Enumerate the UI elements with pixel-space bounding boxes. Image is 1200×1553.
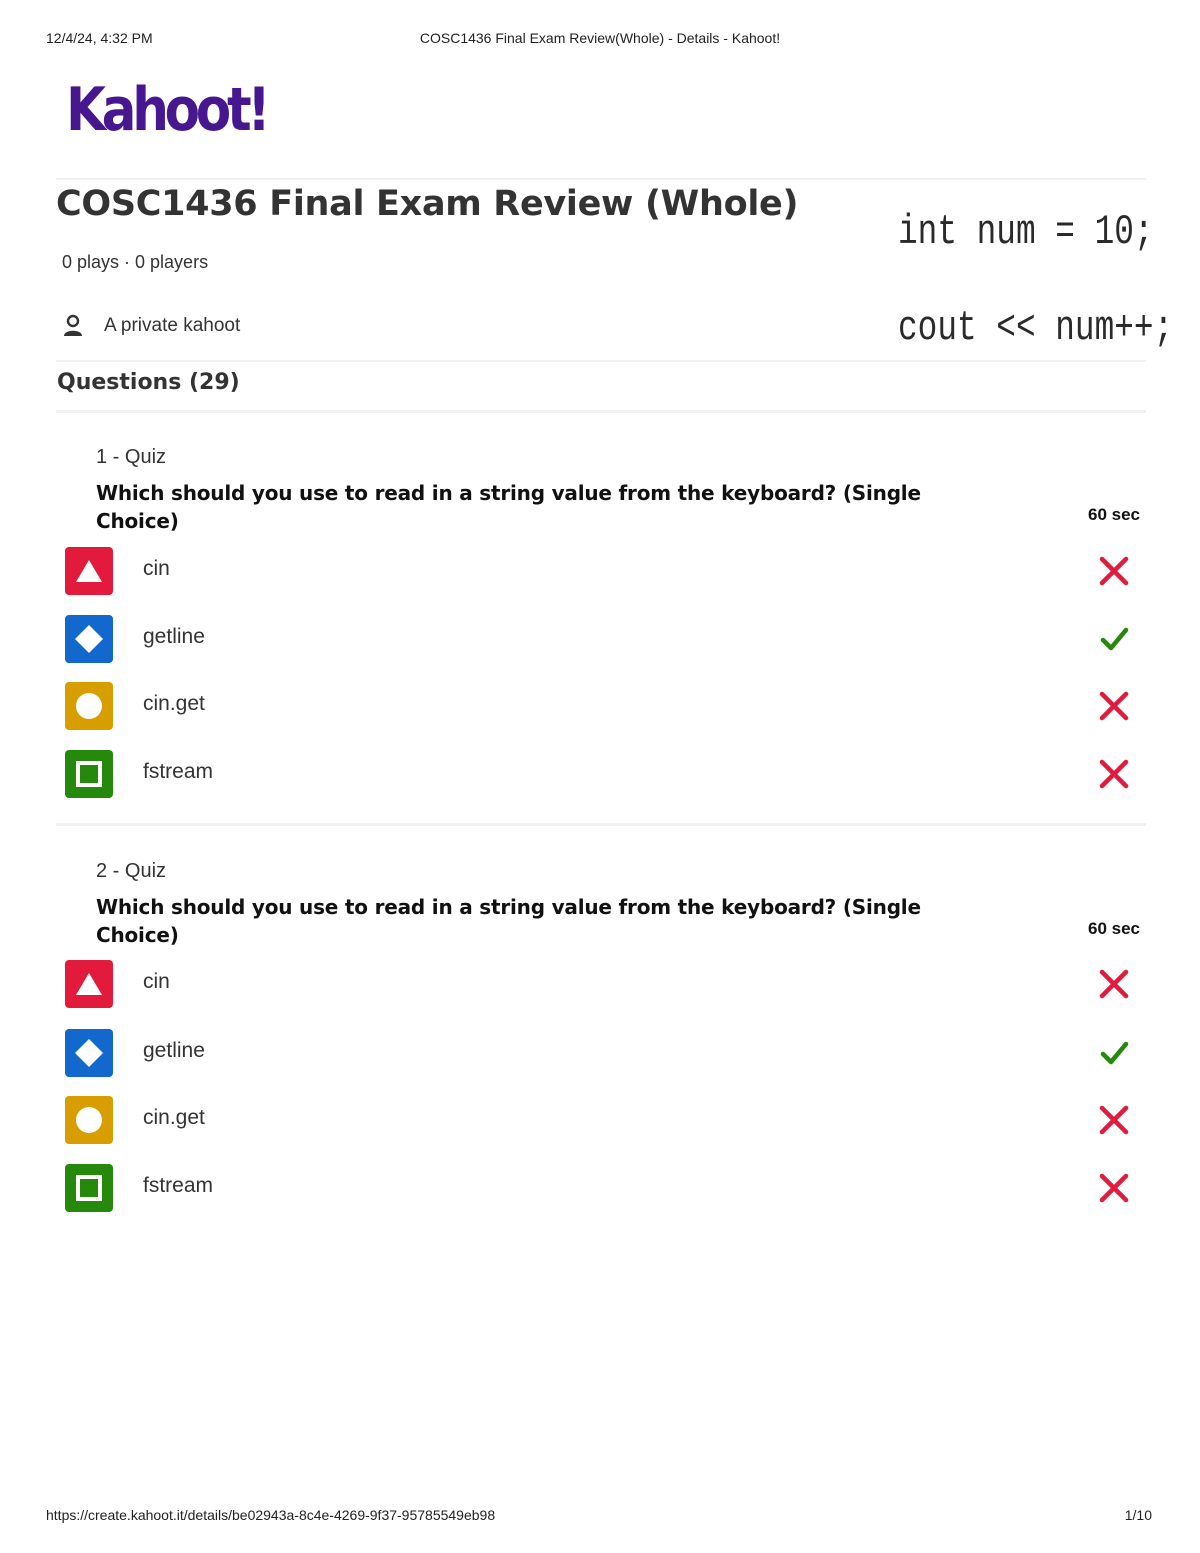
- visibility-row: A private kahoot: [62, 314, 240, 338]
- question-type: 1 - Quiz: [96, 446, 167, 468]
- answer-option: fstream: [65, 750, 1146, 798]
- cover-code-line: cout << num++;: [898, 304, 1174, 352]
- incorrect-icon: [1099, 691, 1129, 721]
- answer-label: cin.get: [143, 692, 205, 715]
- question-card[interactable]: 1 - Quiz Which should you use to read in…: [56, 410, 1146, 823]
- questions-heading: Questions (29): [57, 370, 240, 395]
- answer-label: cin.get: [143, 1106, 205, 1129]
- question-text: Which should you use to read in a string…: [96, 895, 921, 947]
- diamond-icon: [65, 615, 113, 663]
- answer-label: cin: [143, 970, 170, 993]
- correct-checkmark-icon: [1100, 1041, 1129, 1065]
- incorrect-icon: [1099, 556, 1129, 586]
- page-number: 1/10: [1124, 1507, 1152, 1523]
- page-title: COSC1436 Final Exam Review (Whole): [56, 184, 799, 224]
- kahoot-logo-text: Kahoot!: [66, 75, 271, 145]
- answer-label: getline: [143, 1039, 205, 1062]
- answer-option: getline: [65, 1029, 1146, 1077]
- question-text: Which should you use to read in a string…: [96, 481, 921, 533]
- incorrect-icon: [1099, 1173, 1129, 1203]
- answer-label: fstream: [143, 1174, 214, 1197]
- question-card[interactable]: 2 - Quiz Which should you use to read in…: [56, 823, 1146, 1236]
- visibility-label: A private kahoot: [104, 315, 241, 336]
- answer-label: fstream: [143, 760, 214, 783]
- print-page-title: COSC1436 Final Exam Review(Whole) - Deta…: [419, 30, 781, 46]
- diamond-icon: [65, 1029, 113, 1077]
- answer-option: cin.get: [65, 1096, 1146, 1144]
- question-time-limit: 60 sec: [1088, 919, 1140, 938]
- triangle-icon: [65, 547, 113, 595]
- print-footer: https://create.kahoot.it/details/be02943…: [46, 1507, 1154, 1527]
- incorrect-icon: [1099, 759, 1129, 789]
- question-type: 2 - Quiz: [96, 860, 167, 882]
- answer-option: getline: [65, 615, 1146, 663]
- answer-option: fstream: [65, 1164, 1146, 1212]
- cover-image: int num = 10; cout << num++;: [884, 184, 1173, 360]
- circle-icon: [65, 682, 113, 730]
- circle-icon: [65, 1096, 113, 1144]
- user-icon: [64, 314, 82, 336]
- square-icon: [65, 750, 113, 798]
- square-icon: [65, 1164, 113, 1212]
- answer-label: cin: [143, 557, 170, 580]
- cover-code-line: int num = 10;: [898, 208, 1154, 256]
- kahoot-logo[interactable]: Kahoot!: [66, 78, 299, 142]
- print-url[interactable]: https://create.kahoot.it/details/be02943…: [46, 1507, 495, 1523]
- answer-option: cin: [65, 960, 1146, 1008]
- incorrect-icon: [1099, 1105, 1129, 1135]
- triangle-icon: [65, 960, 113, 1008]
- print-header: 12/4/24, 4:32 PM COSC1436 Final Exam Rev…: [46, 30, 1154, 50]
- answer-option: cin.get: [65, 682, 1146, 730]
- question-time-limit: 60 sec: [1088, 505, 1140, 524]
- kahoot-details-card: COSC1436 Final Exam Review (Whole) 0 pla…: [56, 178, 1173, 362]
- incorrect-icon: [1099, 969, 1129, 999]
- answer-label: getline: [143, 625, 205, 648]
- correct-checkmark-icon: [1100, 627, 1129, 651]
- play-stats: 0 plays · 0 players: [62, 252, 209, 272]
- answer-option: cin: [65, 547, 1146, 595]
